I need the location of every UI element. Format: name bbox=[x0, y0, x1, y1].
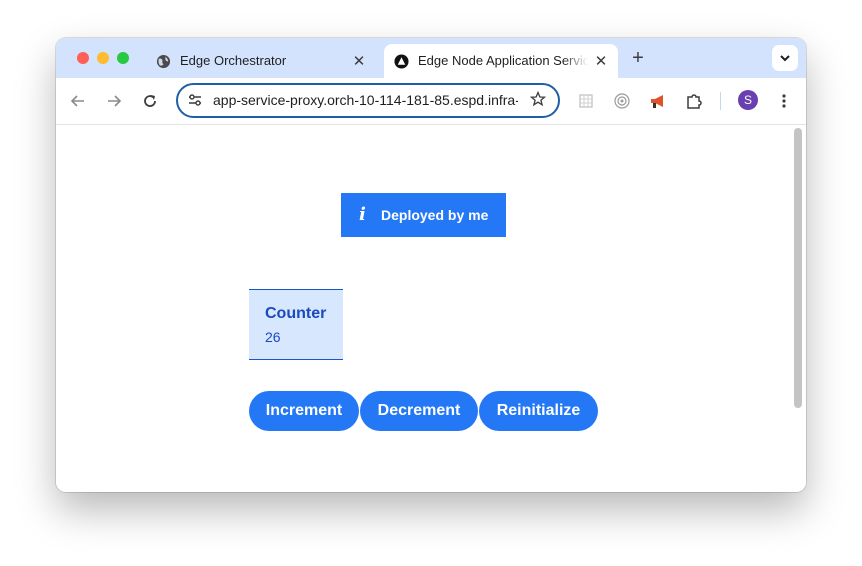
reload-icon[interactable] bbox=[140, 91, 160, 111]
url-text: app-service-proxy.orch-10-114-181-85.esp… bbox=[213, 92, 518, 108]
forward-arrow-icon[interactable] bbox=[104, 91, 124, 111]
star-icon[interactable] bbox=[529, 90, 547, 112]
tab-edge-node-app-service[interactable]: Edge Node Application Service Proxy ✕ bbox=[384, 44, 618, 78]
deployed-banner: i Deployed by me bbox=[341, 193, 506, 237]
tab-title: Edge Node Application Service Proxy bbox=[418, 53, 588, 68]
back-arrow-icon[interactable] bbox=[68, 91, 88, 111]
reinitialize-button[interactable]: Reinitialize bbox=[479, 391, 598, 431]
tune-icon[interactable] bbox=[187, 92, 203, 113]
close-tab-icon[interactable]: ✕ bbox=[350, 52, 368, 70]
close-window-button[interactable] bbox=[77, 52, 89, 64]
puzzle-extensions-icon[interactable] bbox=[684, 91, 704, 111]
toolbar-divider bbox=[720, 92, 721, 110]
megaphone-extension-icon[interactable] bbox=[648, 91, 668, 111]
maximize-window-button[interactable] bbox=[117, 52, 129, 64]
vertical-scrollbar[interactable] bbox=[794, 128, 802, 408]
deployed-label: Deployed by me bbox=[381, 207, 489, 223]
increment-button[interactable]: Increment bbox=[249, 391, 359, 431]
info-icon: i bbox=[359, 204, 366, 225]
chevron-down-icon bbox=[780, 55, 790, 62]
page-content: i Deployed by me Counter 26 Increment De… bbox=[56, 125, 806, 492]
tab-strip: Edge Orchestrator ✕ Edge Node Applicatio… bbox=[56, 38, 806, 78]
profile-avatar[interactable]: S bbox=[738, 90, 758, 110]
plus-icon[interactable]: + bbox=[628, 48, 648, 68]
browser-window: Edge Orchestrator ✕ Edge Node Applicatio… bbox=[56, 38, 806, 492]
address-bar[interactable]: app-service-proxy.orch-10-114-181-85.esp… bbox=[176, 83, 560, 118]
counter-tile: Counter 26 bbox=[249, 289, 343, 360]
counter-label: Counter bbox=[265, 305, 327, 322]
close-tab-icon[interactable]: ✕ bbox=[592, 52, 610, 70]
globe-icon bbox=[156, 54, 171, 69]
tab-search-button[interactable] bbox=[772, 45, 798, 71]
counter-value: 26 bbox=[265, 329, 281, 345]
grid-extension-icon[interactable] bbox=[576, 91, 596, 111]
tab-title: Edge Orchestrator bbox=[180, 53, 287, 68]
decrement-button[interactable]: Decrement bbox=[360, 391, 478, 431]
app-logo-icon bbox=[394, 54, 409, 69]
kebab-menu-icon[interactable] bbox=[774, 91, 794, 111]
browser-toolbar: app-service-proxy.orch-10-114-181-85.esp… bbox=[56, 78, 806, 125]
tab-edge-orchestrator[interactable]: Edge Orchestrator ✕ bbox=[146, 44, 376, 78]
target-extension-icon[interactable] bbox=[612, 91, 632, 111]
minimize-window-button[interactable] bbox=[97, 52, 109, 64]
